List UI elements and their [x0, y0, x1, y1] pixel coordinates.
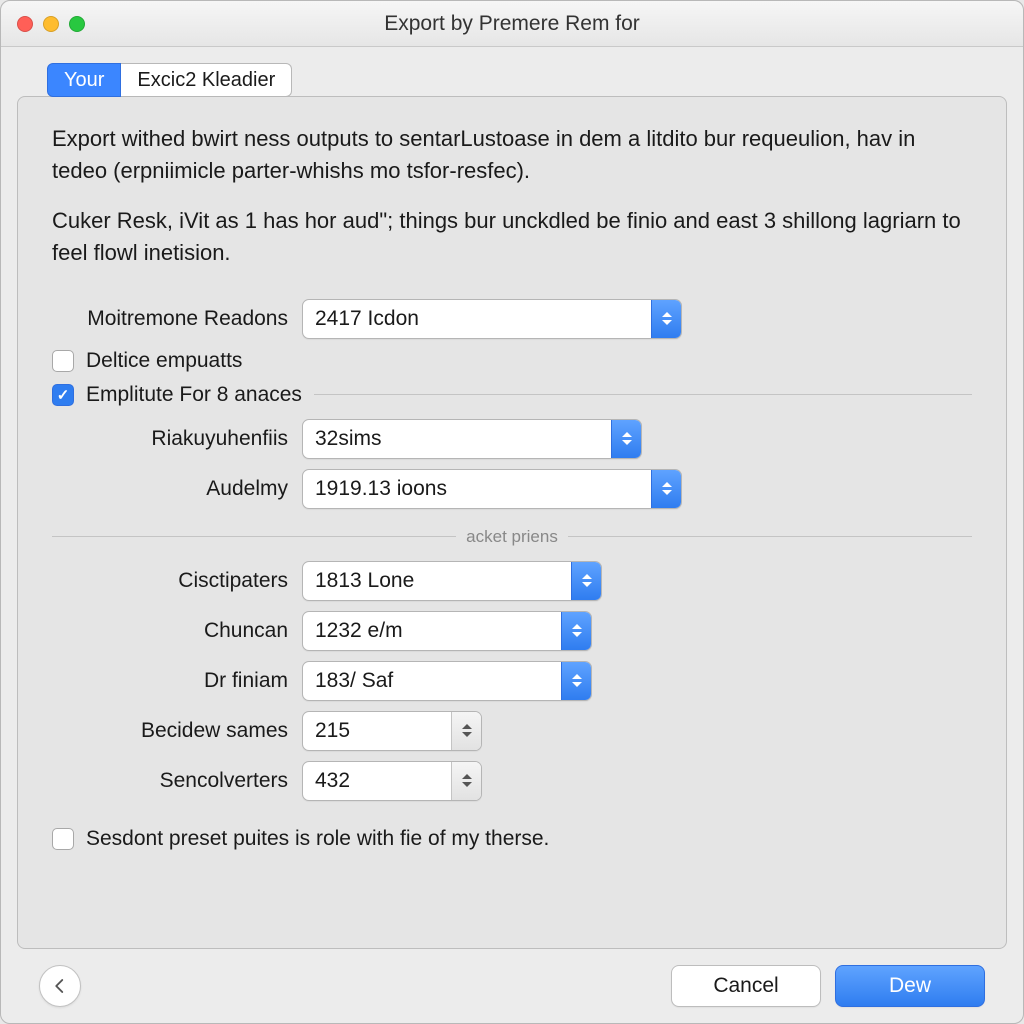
label-audelmy: Audelmy: [52, 477, 302, 501]
stepper-icon[interactable]: [611, 420, 641, 458]
cancel-button[interactable]: Cancel: [671, 965, 821, 1007]
dialog-content: Your Excic2 Kleadier Export withed bwirt…: [1, 47, 1023, 1023]
stepper-icon[interactable]: [571, 562, 601, 600]
label-becidew: Becidew sames: [52, 719, 302, 743]
value-audelmy: 1919.13 ioons: [303, 477, 651, 501]
separator: [314, 394, 972, 395]
footer: Cancel Dew: [17, 949, 1007, 1023]
export-dialog: Export by Premere Rem for Your Excic2 Kl…: [0, 0, 1024, 1024]
checkbox-deltice[interactable]: [52, 350, 74, 372]
label-sencol: Sencolverters: [52, 769, 302, 793]
arrow-left-icon: [51, 977, 69, 995]
description-line-2: Cuker Resk, iVit as 1 has hor aud"; thin…: [52, 205, 972, 269]
checkbox-emplitute[interactable]: ✓: [52, 384, 74, 406]
checkbox-sesdont[interactable]: [52, 828, 74, 850]
select-becidew[interactable]: 215: [302, 711, 482, 751]
select-riakuy[interactable]: 32sims: [302, 419, 642, 459]
tab-your[interactable]: Your: [47, 63, 121, 97]
select-moitremone[interactable]: 2417 Icdon: [302, 299, 682, 339]
value-chuncan: 1232 e/m: [303, 619, 561, 643]
stepper-icon[interactable]: [651, 470, 681, 508]
stepper-icon[interactable]: [651, 300, 681, 338]
group-caption: acket priens: [456, 527, 568, 547]
value-moitremone: 2417 Icdon: [303, 307, 651, 331]
label-chuncan: Chuncan: [52, 619, 302, 643]
row-moitremone: Moitremone Readons 2417 Icdon: [52, 299, 972, 339]
value-drfiniam: 183/ Saf: [303, 669, 561, 693]
select-sencol[interactable]: 432: [302, 761, 482, 801]
tabs: Your Excic2 Kleadier: [47, 63, 1007, 97]
select-audelmy[interactable]: 1919.13 ioons: [302, 469, 682, 509]
form: Moitremone Readons 2417 Icdon Deltice em…: [52, 299, 972, 851]
window-title: Export by Premere Rem for: [1, 12, 1023, 36]
value-becidew: 215: [303, 719, 451, 743]
label-riakuy: Riakuyuhenfiis: [52, 427, 302, 451]
tab-excic2[interactable]: Excic2 Kleadier: [121, 63, 292, 97]
minimize-icon[interactable]: [43, 16, 59, 32]
select-drfiniam[interactable]: 183/ Saf: [302, 661, 592, 701]
close-icon[interactable]: [17, 16, 33, 32]
label-deltice: Deltice empuatts: [86, 349, 242, 373]
value-sencol: 432: [303, 769, 451, 793]
stepper-icon[interactable]: [451, 762, 481, 800]
stepper-icon[interactable]: [561, 662, 591, 700]
value-riakuy: 32sims: [303, 427, 611, 451]
label-cisct: Cisctipaters: [52, 569, 302, 593]
label-moitremone: Moitremone Readons: [52, 307, 302, 331]
check-deltice-row: Deltice empuatts: [52, 349, 972, 373]
traffic-lights: [17, 16, 85, 32]
settings-panel: Export withed bwirt ness outputs to sent…: [17, 96, 1007, 949]
check-emplitute-row: ✓ Emplitute For 8 anaces: [52, 383, 972, 407]
zoom-icon[interactable]: [69, 16, 85, 32]
row-sencol: Sencolverters 432: [52, 761, 972, 801]
row-becidew: Becidew sames 215: [52, 711, 972, 751]
select-cisct[interactable]: 1813 Lone: [302, 561, 602, 601]
select-chuncan[interactable]: 1232 e/m: [302, 611, 592, 651]
check-sesdont-row: Sesdont preset puites is role with fie o…: [52, 827, 972, 851]
label-sesdont: Sesdont preset puites is role with fie o…: [86, 827, 549, 851]
row-audelmy: Audelmy 1919.13 ioons: [52, 469, 972, 509]
row-cisct: Cisctipaters 1813 Lone: [52, 561, 972, 601]
group-separator: acket priens: [52, 527, 972, 547]
stepper-icon[interactable]: [451, 712, 481, 750]
label-drfiniam: Dr finiam: [52, 669, 302, 693]
back-button[interactable]: [39, 965, 81, 1007]
row-riakuy: Riakuyuhenfiis 32sims: [52, 419, 972, 459]
titlebar: Export by Premere Rem for: [1, 1, 1023, 47]
description-line-1: Export withed bwirt ness outputs to sent…: [52, 123, 972, 187]
stepper-icon[interactable]: [561, 612, 591, 650]
label-emplitute: Emplitute For 8 anaces: [86, 383, 302, 407]
row-drfiniam: Dr finiam 183/ Saf: [52, 661, 972, 701]
primary-button[interactable]: Dew: [835, 965, 985, 1007]
row-chuncan: Chuncan 1232 e/m: [52, 611, 972, 651]
value-cisct: 1813 Lone: [303, 569, 571, 593]
